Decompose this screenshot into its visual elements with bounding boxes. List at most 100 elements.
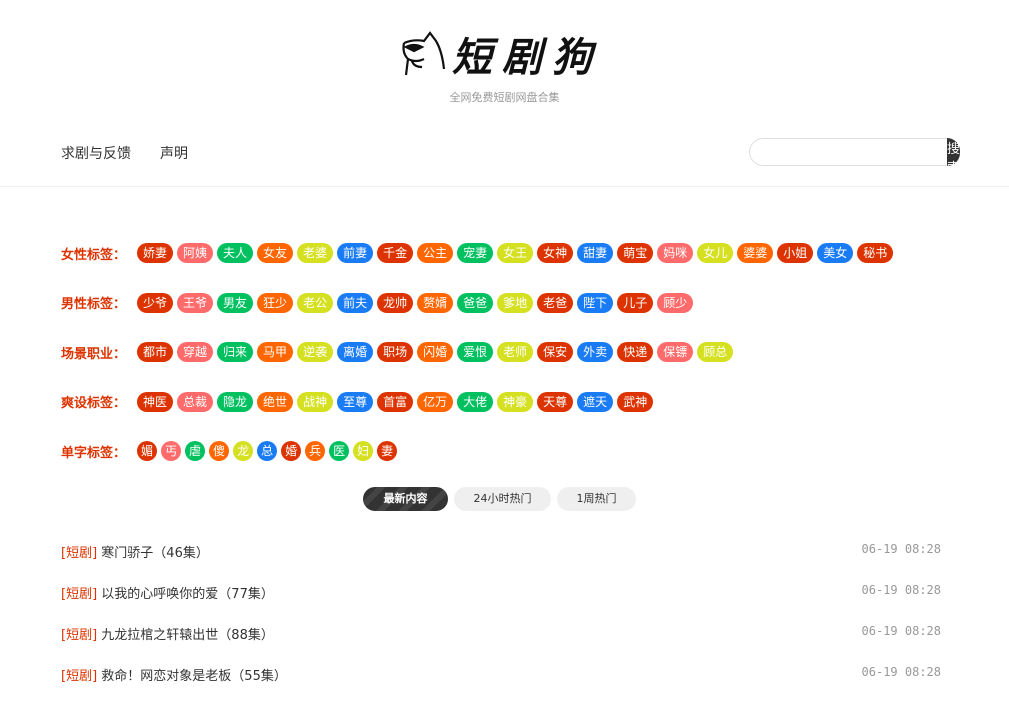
tag-link[interactable]: 女王 xyxy=(497,243,534,263)
list-item[interactable]: [短剧] 以我的心呼唤你的爱（77集） 06-19 08:28 xyxy=(61,583,941,624)
tag-link[interactable]: 神豪 xyxy=(497,391,534,412)
tag-link[interactable]: 夫人 xyxy=(217,243,254,263)
tag-link[interactable]: 总 xyxy=(257,441,278,461)
tag-link[interactable]: 娇妻 xyxy=(137,243,174,263)
tag-link[interactable]: 都市 xyxy=(137,342,174,362)
item-date: 06-19 08:28 xyxy=(861,624,941,638)
tag-row: 爽设标签： 神医 总裁 隐龙 绝世 战神 至尊 首富 亿万 大佬 神豪 天尊 遮天 武神 xyxy=(61,391,893,412)
tag-row: 场景职业： 都市 穿越 归来 马甲 逆袭 离婚 职场 闪婚 爱恨 老师 保安 外卖 快递 保镖 顾总 xyxy=(61,342,893,362)
tag-link[interactable]: 婚 xyxy=(281,441,302,461)
tag-link[interactable]: 阿姨 xyxy=(177,243,214,263)
list-item[interactable]: [短剧] 寒门骄子（46集） 06-19 08:28 xyxy=(61,542,941,583)
search-form: 搜索 xyxy=(749,138,961,176)
tag-link[interactable]: 顾少 xyxy=(657,292,694,313)
tag-link[interactable]: 老公 xyxy=(297,292,334,313)
search-input[interactable] xyxy=(749,138,947,166)
tag-link[interactable]: 顾总 xyxy=(697,342,734,362)
list-item[interactable]: [短剧] 九龙拉棺之轩辕出世（88集） 06-19 08:28 xyxy=(61,624,941,665)
site-logo[interactable]: 短剧狗 xyxy=(400,28,602,81)
tag-link[interactable]: 亿万 xyxy=(417,391,454,412)
tag-link[interactable]: 离婚 xyxy=(337,342,374,362)
tag-link[interactable]: 男友 xyxy=(217,292,254,313)
tag-link[interactable]: 美女 xyxy=(817,243,854,263)
tag-link[interactable]: 爸爸 xyxy=(457,292,494,313)
list-item[interactable]: [短剧] 救命！网恋对象是老板（55集） 06-19 08:28 xyxy=(61,665,941,706)
tag-link[interactable]: 女友 xyxy=(257,243,294,263)
tag-link[interactable]: 归来 xyxy=(217,342,254,362)
tag-link[interactable]: 大佬 xyxy=(457,391,494,412)
tag-link[interactable]: 武神 xyxy=(617,391,654,412)
item-title-link[interactable]: [短剧] 九龙拉棺之轩辕出世（88集） xyxy=(61,624,274,665)
tag-link[interactable]: 王爷 xyxy=(177,292,214,313)
tag-link[interactable]: 妈咪 xyxy=(657,243,694,263)
tag-link[interactable]: 千金 xyxy=(377,243,414,263)
tag-link[interactable]: 至尊 xyxy=(337,391,374,412)
tag-link[interactable]: 妇 xyxy=(353,441,374,461)
tag-list: 少爷 王爷 男友 狂少 老公 前夫 龙帅 赘婿 爸爸 爹地 老爸 陛下 儿子 顾少 xyxy=(137,292,694,313)
tag-link[interactable]: 宠妻 xyxy=(457,243,494,263)
nav-request-feedback[interactable]: 求剧与反馈 xyxy=(61,143,131,163)
tag-link[interactable]: 老爸 xyxy=(537,292,574,313)
tag-link[interactable]: 保镖 xyxy=(657,342,694,362)
tag-link[interactable]: 小姐 xyxy=(777,243,814,263)
site-name: 短剧狗 xyxy=(452,34,602,81)
site-slogan: 全网免费短剧网盘合集 xyxy=(449,91,560,104)
tag-link[interactable]: 狂少 xyxy=(257,292,294,313)
tag-link[interactable]: 少爷 xyxy=(137,292,174,313)
tag-link[interactable]: 神医 xyxy=(137,391,174,412)
tag-link[interactable]: 甜妻 xyxy=(577,243,614,263)
tag-link[interactable]: 职场 xyxy=(377,342,414,362)
tag-link[interactable]: 隐龙 xyxy=(217,391,254,412)
tag-link[interactable]: 女儿 xyxy=(697,243,734,263)
tag-link[interactable]: 赘婿 xyxy=(417,292,454,313)
tag-link[interactable]: 穿越 xyxy=(177,342,214,362)
nav-statement[interactable]: 声明 xyxy=(160,143,188,163)
tag-link[interactable]: 首富 xyxy=(377,391,414,412)
tag-link[interactable]: 马甲 xyxy=(257,342,294,362)
tab-week-hot[interactable]: 1周热门 xyxy=(557,487,636,511)
tag-link[interactable]: 妻 xyxy=(377,441,398,461)
tag-link[interactable]: 逆袭 xyxy=(297,342,334,362)
tag-link[interactable]: 爹地 xyxy=(497,292,534,313)
tab-latest[interactable]: 最新内容 xyxy=(363,487,448,511)
tag-row-label: 单字标签： xyxy=(61,445,127,461)
tag-link[interactable]: 总裁 xyxy=(177,391,214,412)
tag-link[interactable]: 萌宝 xyxy=(617,243,654,263)
item-title-link[interactable]: [短剧] 救命！网恋对象是老板（55集） xyxy=(61,665,287,706)
tag-link[interactable]: 闪婚 xyxy=(417,342,454,362)
main-nav: 求剧与反馈 声明 xyxy=(61,143,188,163)
tag-link[interactable]: 前妻 xyxy=(337,243,374,263)
tag-link[interactable]: 绝世 xyxy=(257,391,294,412)
tag-link[interactable]: 战神 xyxy=(297,391,334,412)
tag-link[interactable]: 老师 xyxy=(497,342,534,362)
search-button[interactable]: 搜索 xyxy=(947,138,961,176)
tag-link[interactable]: 龙帅 xyxy=(377,292,414,313)
item-title-link[interactable]: [短剧] 寒门骄子（46集） xyxy=(61,542,209,583)
tag-link[interactable]: 保安 xyxy=(537,342,574,362)
tag-link[interactable]: 女神 xyxy=(537,243,574,263)
tag-link[interactable]: 外卖 xyxy=(577,342,614,362)
tag-link[interactable]: 前夫 xyxy=(337,292,374,313)
tag-link[interactable]: 医 xyxy=(329,441,350,461)
tag-link[interactable]: 婆婆 xyxy=(737,243,774,263)
tag-link[interactable]: 陛下 xyxy=(577,292,614,313)
item-title: 救命！网恋对象是老板（55集） xyxy=(101,669,287,684)
tag-link[interactable]: 遮天 xyxy=(577,391,614,412)
tag-link[interactable]: 傻 xyxy=(209,441,230,461)
tag-link[interactable]: 龙 xyxy=(233,441,254,461)
tab-24h-hot[interactable]: 24小时热门 xyxy=(454,487,551,511)
item-title-link[interactable]: [短剧] 以我的心呼唤你的爱（77集） xyxy=(61,583,274,624)
tag-link[interactable]: 虐 xyxy=(185,441,206,461)
tag-link[interactable]: 快递 xyxy=(617,342,654,362)
tag-link[interactable]: 儿子 xyxy=(617,292,654,313)
tag-link[interactable]: 老婆 xyxy=(297,243,334,263)
tag-row: 单字标签： 媚丐虐傻龙总婚兵医妇妻 xyxy=(61,441,893,461)
tag-link[interactable]: 天尊 xyxy=(537,391,574,412)
tag-link[interactable]: 兵 xyxy=(305,441,326,461)
tag-link[interactable]: 媚 xyxy=(137,441,158,461)
tag-link[interactable]: 秘书 xyxy=(857,243,894,263)
tag-link[interactable]: 丐 xyxy=(161,441,182,461)
tag-link[interactable]: 公主 xyxy=(417,243,454,263)
tag-list: 神医 总裁 隐龙 绝世 战神 至尊 首富 亿万 大佬 神豪 天尊 遮天 武神 xyxy=(137,391,654,412)
tag-link[interactable]: 爱恨 xyxy=(457,342,494,362)
